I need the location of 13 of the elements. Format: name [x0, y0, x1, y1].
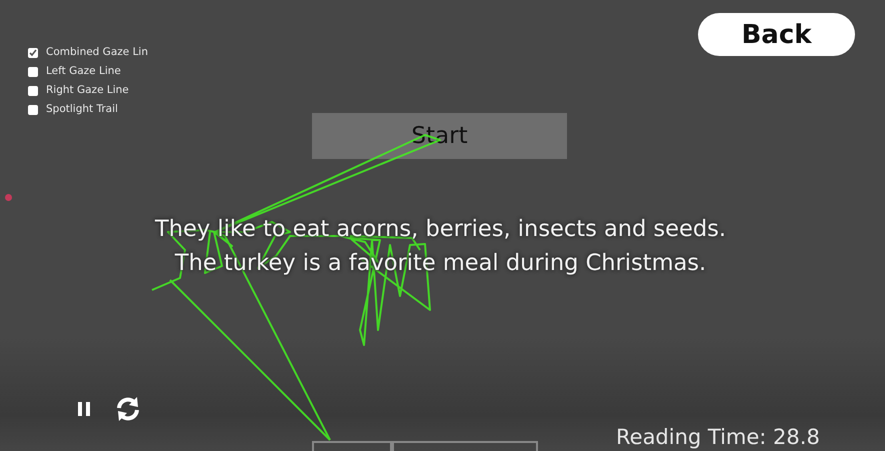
refresh-icon[interactable] — [114, 395, 142, 423]
checkbox-label: Right Gaze Line — [46, 83, 129, 98]
checkbox[interactable] — [28, 86, 38, 96]
checkbox-label: Spotlight Trail — [46, 102, 118, 117]
checkbox[interactable] — [28, 66, 38, 76]
checkbox[interactable] — [28, 48, 38, 58]
marker-dot — [5, 194, 12, 201]
reading-time: Reading Time: 28.8 — [616, 424, 820, 450]
back-button[interactable]: Back — [698, 13, 855, 56]
start-button[interactable]: Start — [312, 113, 567, 159]
checkbox-label: Combined Gaze Lin — [46, 45, 148, 60]
checkbox[interactable] — [28, 104, 38, 114]
checkbox-label: Left Gaze Line — [46, 64, 121, 79]
